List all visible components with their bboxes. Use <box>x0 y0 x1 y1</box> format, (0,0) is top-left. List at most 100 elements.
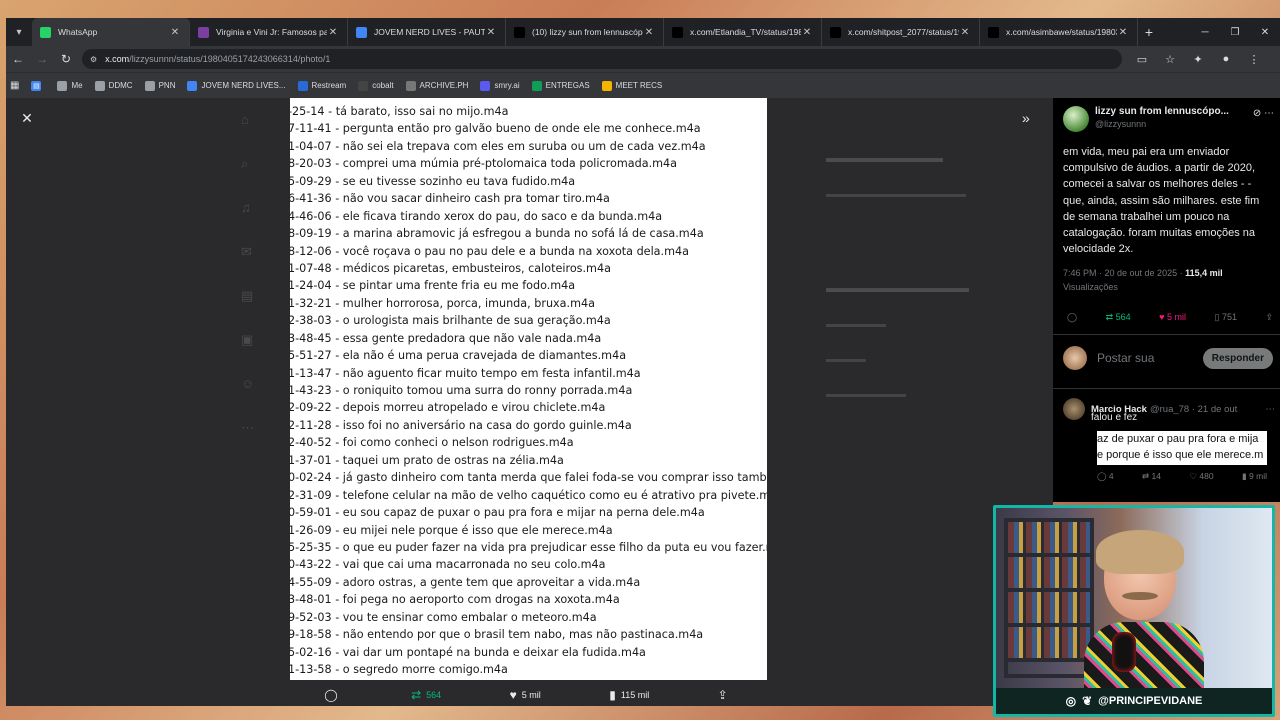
file-line: 9-52-03 - vou te ensinar como embalar o … <box>290 610 597 624</box>
reply-icon[interactable]: ◯ <box>1067 312 1077 323</box>
file-list: -25-14 - tá barato, isso sai no mijo.m4a… <box>290 98 767 678</box>
browser-tab[interactable]: Virginia e Vini Jr: Famosos para ✕ <box>190 18 348 46</box>
tab-title: x.com/shitpost_2077/status/19 <box>848 27 959 37</box>
avatar[interactable] <box>1063 106 1089 132</box>
like-stat[interactable]: ♥ 5 mil <box>1159 312 1186 323</box>
webcam-overlay: ◎ ❦ @PRINCIPEVIDANE <box>993 505 1275 717</box>
close-window-icon[interactable]: ✕ <box>1250 18 1280 46</box>
bookmark-item[interactable]: Restream <box>297 80 346 91</box>
repost-count: 564 <box>426 690 442 700</box>
reload-icon[interactable]: ↻ <box>54 52 78 66</box>
avatar[interactable] <box>1063 398 1085 420</box>
browser-tab[interactable]: x.com/asimbawe/status/198037 ✕ <box>980 18 1138 46</box>
cast-icon[interactable]: ▭ <box>1128 53 1156 66</box>
file-line: 1-26-09 - eu mijei nele porque é isso qu… <box>290 523 613 537</box>
file-line: 3-48-45 - essa gente predadora que não v… <box>290 331 602 345</box>
site-info-icon[interactable]: ⚙ <box>90 55 97 64</box>
bookmark-label: smry.ai <box>494 81 520 90</box>
tab-search-icon[interactable]: ▾ <box>6 18 32 46</box>
bookmark-label: PNN <box>158 81 176 90</box>
tab-title: JOVEM NERD LIVES - PAUTA - I <box>374 27 485 37</box>
close-tab-icon[interactable]: ✕ <box>327 27 339 38</box>
repost-action[interactable]: ⇄ 564 <box>411 688 441 702</box>
reply-reposts-count: 14 <box>1151 471 1161 481</box>
bookmark-label: Me <box>71 81 83 90</box>
reply-image[interactable]: az de puxar o pau pra fora e mija e porq… <box>1097 431 1267 465</box>
reply-likes[interactable]: ♡ 480 <box>1189 471 1213 482</box>
views-action[interactable]: ▮ 115 mil <box>609 688 649 702</box>
bookmark-item[interactable]: DDMC <box>94 80 133 91</box>
folder-icon <box>57 80 68 91</box>
file-line: 2-11-28 - isso foi no aniversário na cas… <box>290 418 632 432</box>
extensions-icon[interactable]: ✦ <box>1184 53 1212 66</box>
reply-tweet[interactable]: Marcio Hack @rua_78 · 21 de out ⋯ falou … <box>1063 398 1275 482</box>
file-line: 3-48-01 - foi pega no aeroporto com drog… <box>290 593 620 607</box>
file-line: 1-43-23 - o roniquito tomou uma surra do… <box>290 384 633 397</box>
browser-chrome: ▾ WhatsApp ✕ Virginia e Vini Jr: Famosos p… <box>6 18 1280 98</box>
profile-avatar[interactable]: ● <box>1212 53 1240 66</box>
close-tab-icon[interactable]: ✕ <box>485 27 497 38</box>
author-handle[interactable]: @lizzysunnn <box>1095 119 1235 129</box>
avatar <box>1063 346 1087 370</box>
bookmark-item[interactable]: ARCHIVE.PH <box>405 80 468 91</box>
repost-stat[interactable]: ⇄ 564 <box>1106 312 1131 323</box>
reply-input[interactable]: Postar sua <box>1097 351 1203 365</box>
bookmark-label: MEET RECS <box>615 81 663 90</box>
file-line: 8-12-06 - você roçava o pau no pau dele … <box>290 244 689 258</box>
window-controls: ─ ❐ ✕ <box>1190 18 1280 46</box>
reply-views[interactable]: ▮ 9 mil <box>1242 471 1267 482</box>
reply-button[interactable]: Responder <box>1202 347 1273 369</box>
like-action[interactable]: ♥ 5 mil <box>510 688 541 702</box>
author-name[interactable]: lizzy sun from lennuscópo... <box>1095 106 1235 117</box>
bluesky-icon: ❦ <box>1082 694 1093 708</box>
browser-tab[interactable]: JOVEM NERD LIVES - PAUTA - I✕ <box>348 18 506 46</box>
bookmark-item[interactable]: cobalt <box>358 80 394 91</box>
new-tab-button[interactable]: + <box>1138 24 1160 40</box>
restore-icon[interactable]: ❐ <box>1220 18 1250 46</box>
share-icon[interactable]: ⇪ <box>1265 312 1273 323</box>
tweet-time[interactable]: 7:46 PM · 20 de out de 2025 · <box>1063 268 1185 278</box>
forward-icon[interactable]: → <box>30 52 54 66</box>
back-icon[interactable]: ← <box>6 52 30 66</box>
tweet-photo[interactable]: -25-14 - tá barato, isso sai no mijo.m4a… <box>290 98 767 680</box>
x-icon <box>672 26 683 38</box>
browser-tab[interactable]: x.com/shitpost_2077/status/19 ✕ <box>822 18 980 46</box>
menu-icon[interactable]: ⋮ <box>1240 53 1268 66</box>
reply-reposts[interactable]: ⇄ 14 <box>1142 471 1161 482</box>
address-bar[interactable]: ⚙ x.com/lizzysunnn/status/19804051742430… <box>82 49 1122 69</box>
close-tab-icon[interactable]: ✕ <box>1117 27 1129 38</box>
reply-action[interactable]: ◯ <box>324 688 342 702</box>
bookmark-label: ENTREGAS <box>545 81 590 90</box>
more-icon[interactable]: ⋯ <box>1266 404 1276 415</box>
bookmark-item[interactable]: PNN <box>144 80 176 91</box>
folder-icon <box>94 80 105 91</box>
close-tab-icon[interactable]: ✕ <box>169 27 181 38</box>
close-tab-icon[interactable]: ✕ <box>959 27 971 38</box>
collapse-panel-icon[interactable]: » <box>1022 110 1030 126</box>
close-tab-icon[interactable]: ✕ <box>643 27 655 38</box>
bookmark-item[interactable]: smry.ai <box>480 80 520 91</box>
reply-replies[interactable]: ◯ 4 <box>1097 471 1114 482</box>
bookmark-app-icon[interactable]: ▤ <box>31 80 45 91</box>
bookmark-stat[interactable]: ▯ 751 <box>1214 312 1236 323</box>
browser-tab[interactable]: WhatsApp ✕ <box>32 18 190 46</box>
share-action[interactable]: ⇪ <box>718 688 733 702</box>
bookmark-star-icon[interactable]: ☆ <box>1156 53 1184 66</box>
close-icon[interactable]: ✕ <box>18 110 36 128</box>
sheets-icon <box>531 80 542 91</box>
browser-tab[interactable]: x.com/Etlandia_TV/status/1980 ✕ <box>664 18 822 46</box>
apps-icon[interactable]: ▦ <box>10 80 19 91</box>
bookmark-item[interactable]: JOVEM NERD LIVES... <box>187 80 286 91</box>
bookmark-item[interactable]: Me <box>57 80 83 91</box>
browser-tab[interactable]: (10) lizzy sun from lennuscópo ✕ <box>506 18 664 46</box>
x-photo-viewer: ⌂ ⌕ ♫ ✉ ▤ ▣ ☺ ⋯ ▬▬▬▬▬▬▬▬▬ ▬▬▬▬▬▬▬▬▬▬▬▬▬▬ ▬▬▬▬▬▬… <box>6 98 1053 706</box>
bookmark-item[interactable]: ENTREGAS <box>531 80 590 91</box>
close-tab-icon[interactable]: ✕ <box>801 27 813 38</box>
bookmark-item[interactable]: MEET RECS <box>601 80 663 91</box>
file-line: 7-11-41 - pergunta então pro galvão buen… <box>290 122 701 136</box>
tweet-author[interactable]: lizzy sun from lennuscópo... @lizzysunnn <box>1063 106 1235 132</box>
grok-icon[interactable]: ⊘ <box>1253 108 1261 119</box>
minimize-icon[interactable]: ─ <box>1190 18 1220 46</box>
reply-replies-count: 4 <box>1108 471 1114 481</box>
more-icon[interactable]: ⋯ <box>1264 108 1274 119</box>
